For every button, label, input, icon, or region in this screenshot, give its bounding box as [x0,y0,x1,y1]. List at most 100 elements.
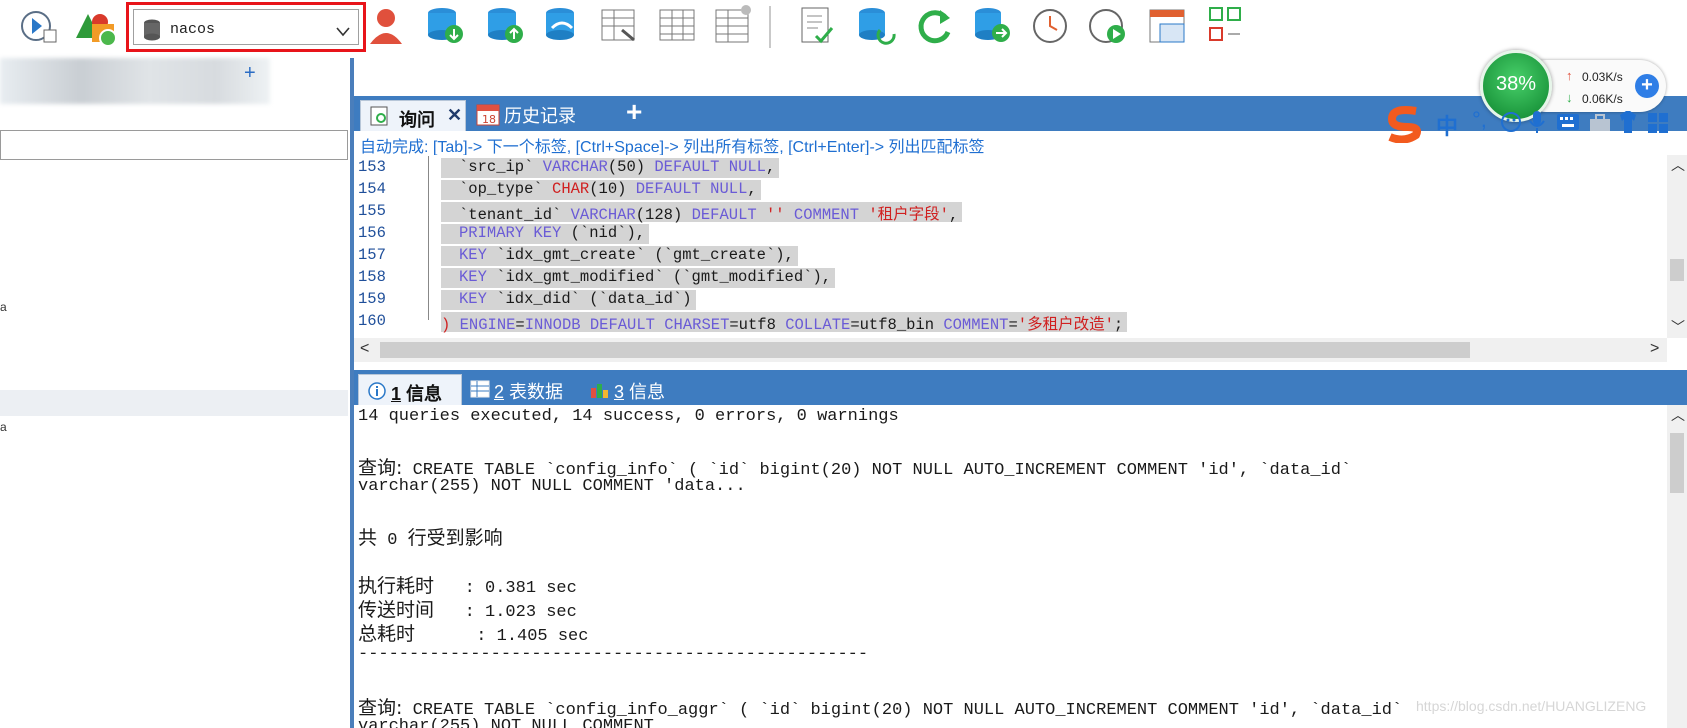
query-line: 查询: CREATE TABLE `config_info_aggr` ( `i… [358,693,1402,720]
microphone-icon[interactable] [1528,109,1546,135]
copy-db-icon[interactable] [542,4,582,46]
result-tab-bar: 1 信息 2 表数据 3 信息 [354,370,1687,405]
user-manager-icon[interactable] [366,4,406,46]
code-line[interactable]: 157 KEY `idx_gmt_create` (`gmt_create`), [354,244,1667,266]
watermark: https://blog.csdn.net/HUANGLIZENG [1416,698,1647,714]
schema-compare-icon[interactable] [1206,4,1246,46]
line-number: 155 [358,202,386,220]
tree-item[interactable]: a [0,300,7,314]
scroll-thumb[interactable] [1670,433,1684,493]
report-icon[interactable] [798,4,838,46]
query-continuation: varchar(255) NOT NULL COMMENT 'data... [358,477,746,496]
scroll-up-icon[interactable]: ︿ [1671,405,1685,425]
tree-item-selected[interactable] [0,390,348,416]
line-number: 160 [358,312,386,330]
restore-db-icon[interactable] [484,4,524,46]
expand-plus-icon[interactable]: + [1635,74,1659,98]
code-token: , [747,180,757,198]
fold-guide [428,178,429,200]
editor-vertical-scrollbar[interactable]: ︿ ﹀ [1667,155,1687,338]
tab-messages[interactable]: 1 信息 [358,374,462,405]
job-run-icon[interactable] [1088,4,1128,46]
affected-count: 0 [377,531,408,550]
code-token: INNODB DEFAULT CHARSET [524,316,730,334]
scroll-thumb[interactable] [1670,259,1684,281]
affected-suffix: 行受到影响 [407,527,503,549]
database-selector[interactable]: nacos [126,2,366,52]
db-sync-icon[interactable] [856,4,896,46]
table-designer-icon[interactable] [600,4,640,46]
emoji-icon[interactable] [1500,111,1522,133]
usage-percent: 38% [1495,73,1537,95]
affected-rows-line: 共 0 行受到影响 [358,523,503,550]
object-filter-input[interactable] [0,130,348,160]
close-icon[interactable]: ✕ [447,105,462,126]
table-grid-icon[interactable] [658,4,698,46]
scheduler-icon[interactable] [1030,4,1070,46]
code-token: ENGINE [459,316,516,334]
skin-icon[interactable] [1618,109,1638,135]
tab-query[interactable]: 询问 ✕ [360,100,466,131]
fold-guide [428,156,429,178]
code-token: =utf8 [729,316,786,334]
code-token: `idx_did` (`data_id`) [486,290,692,308]
code-text: ) ENGINE=INNODB DEFAULT CHARSET=utf8 COL… [441,312,1128,334]
punctuation-icon[interactable]: °, [1472,107,1487,133]
messages-panel[interactable]: 14 queries executed, 14 success, 0 error… [354,405,1667,728]
ime-language-toggle[interactable]: 中 [1436,109,1458,141]
line-number: 157 [358,246,386,264]
code-line[interactable]: 153 `src_ip` VARCHAR(50) DEFAULT NULL, [354,156,1667,178]
toolbox-icon[interactable] [1588,111,1612,135]
code-token: = [1008,316,1018,334]
code-token: `src_ip` [459,158,543,176]
refresh-icon[interactable] [914,4,954,46]
code-line[interactable]: 155 `tenant_id` VARCHAR(128) DEFAULT '' C… [354,200,1667,224]
exec-time-label: 执行耗时 [358,575,435,597]
table-manager-icon[interactable] [714,4,754,46]
sql-editor[interactable]: 153 `src_ip` VARCHAR(50) DEFAULT NULL, 154… [354,155,1667,338]
chevron-down-icon[interactable] [334,18,352,44]
tab-table-data[interactable]: 2 表数据 [470,378,563,404]
code-token: `idx_gmt_modified` (`gmt_modified`), [486,268,832,286]
code-token: VARCHAR [542,158,608,176]
new-connection-plus-icon[interactable]: + [244,62,256,85]
add-tab-button[interactable]: + [626,96,642,128]
query-line: 查询: CREATE TABLE `config_info` ( `id` bi… [358,453,1351,480]
code-line[interactable]: 159 KEY `idx_did` (`data_id`) [354,288,1667,310]
messages-vertical-scrollbar[interactable]: ︿ [1667,405,1687,728]
code-line[interactable]: 156 PRIMARY KEY (`nid`), [354,222,1667,244]
code-line[interactable]: 158 KEY `idx_gmt_modified` (`gmt_modified… [354,266,1667,288]
layout-icon[interactable] [1148,4,1188,46]
query-exec-icon[interactable] [18,4,58,46]
toolbar-separator [769,6,771,48]
tree-item[interactable]: a [0,420,7,434]
tab-info[interactable]: 3 信息 [590,378,665,404]
code-line[interactable]: 160) ENGINE=INNODB DEFAULT CHARSET=utf8 … [354,310,1667,334]
code-token: `idx_gmt_create` (`gmt_create`), [486,246,794,264]
keyboard-icon[interactable] [1556,113,1580,131]
fold-guide [428,200,429,222]
scroll-left-icon[interactable]: < [360,340,369,358]
editor-horizontal-scrollbar[interactable]: < > [354,338,1667,362]
code-line[interactable]: 154 `op_type` CHAR(10) DEFAULT NULL, [354,178,1667,200]
grid-menu-icon[interactable] [1646,111,1670,135]
object-browser: + a a [0,58,352,728]
info-icon [368,382,386,400]
code-token: KEY [459,290,487,308]
code-token: ) [441,316,460,334]
backup-db-icon[interactable] [424,4,464,46]
line-number: 153 [358,158,386,176]
schema-sync-icon[interactable] [72,4,117,47]
scroll-right-icon[interactable]: > [1650,340,1659,358]
export-icon[interactable] [972,4,1012,46]
scroll-thumb[interactable] [380,342,1470,358]
query-prefix: 查询: [358,697,403,719]
fold-guide [428,310,429,320]
tab-info-num: 3 [614,382,625,402]
ime-toolbar: 中 °, [1384,103,1687,143]
query-continuation: varchar(255) NOT NULL COMMENT [358,717,654,728]
scroll-down-icon[interactable]: ﹀ [1671,317,1685,337]
sogou-logo-icon[interactable] [1384,103,1428,143]
scroll-up-icon[interactable]: ︿ [1671,155,1685,175]
tab-query-label: 询问 [399,110,435,130]
